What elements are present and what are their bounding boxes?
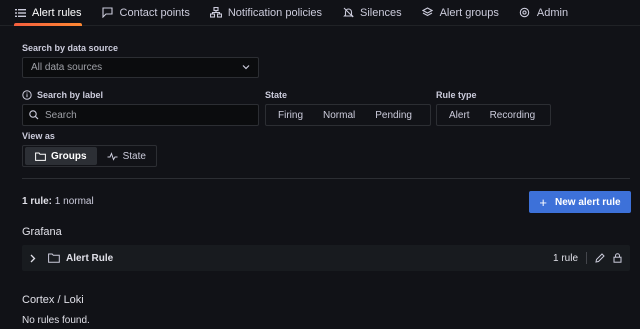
tab-contact-points[interactable]: Contact points [102, 0, 190, 26]
viewas-option-state[interactable]: State [97, 147, 156, 165]
folder-rule-count: 1 rule [552, 252, 578, 264]
folder-actions: 1 rule [553, 252, 622, 264]
folder-row[interactable]: Alert Rule 1 rule [22, 245, 630, 271]
search-icon [29, 110, 39, 120]
viewas-groups-label: Groups [51, 150, 87, 162]
no-rules-message: No rules found. [22, 315, 90, 326]
viewas-option-groups[interactable]: Groups [25, 147, 97, 165]
chevron-down-icon [242, 62, 250, 73]
tab-alert-groups[interactable]: Alert groups [422, 0, 499, 26]
ruletype-option-recording[interactable]: Recording [480, 106, 546, 124]
folder-icon [48, 253, 60, 263]
plus-icon: + [539, 194, 547, 210]
folder-name: Alert Rule [66, 252, 114, 264]
state-radio-group: Firing Normal Pending [265, 104, 431, 126]
new-alert-rule-button[interactable]: + New alert rule [529, 191, 631, 213]
viewas-radio-group: Groups State [22, 145, 157, 167]
tab-label: Alert rules [32, 6, 82, 19]
tab-label: Alert groups [439, 6, 499, 19]
state-option-firing[interactable]: Firing [268, 106, 313, 124]
datasource-label: Search by data source [22, 43, 119, 53]
search-label-row: Search by label [22, 90, 103, 100]
list-icon [14, 7, 26, 19]
cortex-section-title: Cortex / Loki [22, 294, 84, 306]
viewas-label: View as [22, 131, 55, 141]
pen-icon[interactable] [595, 253, 605, 263]
comment-alt-share-icon [102, 7, 114, 19]
new-alert-rule-label: New alert rule [555, 196, 621, 208]
search-input[interactable]: Search [22, 104, 259, 126]
separator [586, 252, 587, 264]
tab-label: Silences [360, 6, 402, 19]
ruletype-option-alert[interactable]: Alert [439, 106, 480, 124]
rule-count-summary: 1 rule: 1 normal [22, 196, 94, 207]
heartbeat-icon [107, 151, 118, 161]
ruletype-label: Rule type [436, 90, 477, 100]
info-circle-icon [22, 90, 32, 100]
sitemap-icon [209, 7, 222, 19]
bell-slash-icon [342, 7, 354, 19]
tab-notification-policies[interactable]: Notification policies [209, 0, 323, 26]
rule-count-total: 1 rule: [22, 196, 53, 207]
state-option-pending[interactable]: Pending [365, 106, 422, 124]
tab-label: Contact points [119, 6, 190, 19]
rule-count-detail: 1 normal [52, 196, 94, 207]
search-placeholder: Search [45, 109, 77, 121]
divider [22, 178, 630, 179]
tab-alert-rules[interactable]: Alert rules [14, 0, 82, 26]
lock-icon[interactable] [613, 253, 622, 263]
folder-icon [35, 152, 46, 161]
alerting-tabs: Alert rules Contact points Notification … [0, 0, 640, 26]
chevron-right-icon[interactable] [30, 254, 40, 263]
cog-icon [519, 7, 531, 19]
state-option-normal[interactable]: Normal [313, 106, 365, 124]
tab-admin[interactable]: Admin [519, 0, 568, 26]
grafana-section-title: Grafana [22, 226, 62, 238]
tab-label: Admin [536, 6, 569, 19]
ruletype-radio-group: Alert Recording [436, 104, 551, 126]
datasource-value: All data sources [31, 62, 103, 73]
viewas-state-label: State [122, 150, 146, 162]
tab-label: Notification policies [227, 6, 323, 19]
search-label: Search by label [37, 90, 104, 100]
datasource-select[interactable]: All data sources [22, 57, 259, 78]
state-label: State [265, 90, 288, 100]
tab-silences[interactable]: Silences [342, 0, 402, 26]
layer-group-icon [422, 7, 434, 19]
